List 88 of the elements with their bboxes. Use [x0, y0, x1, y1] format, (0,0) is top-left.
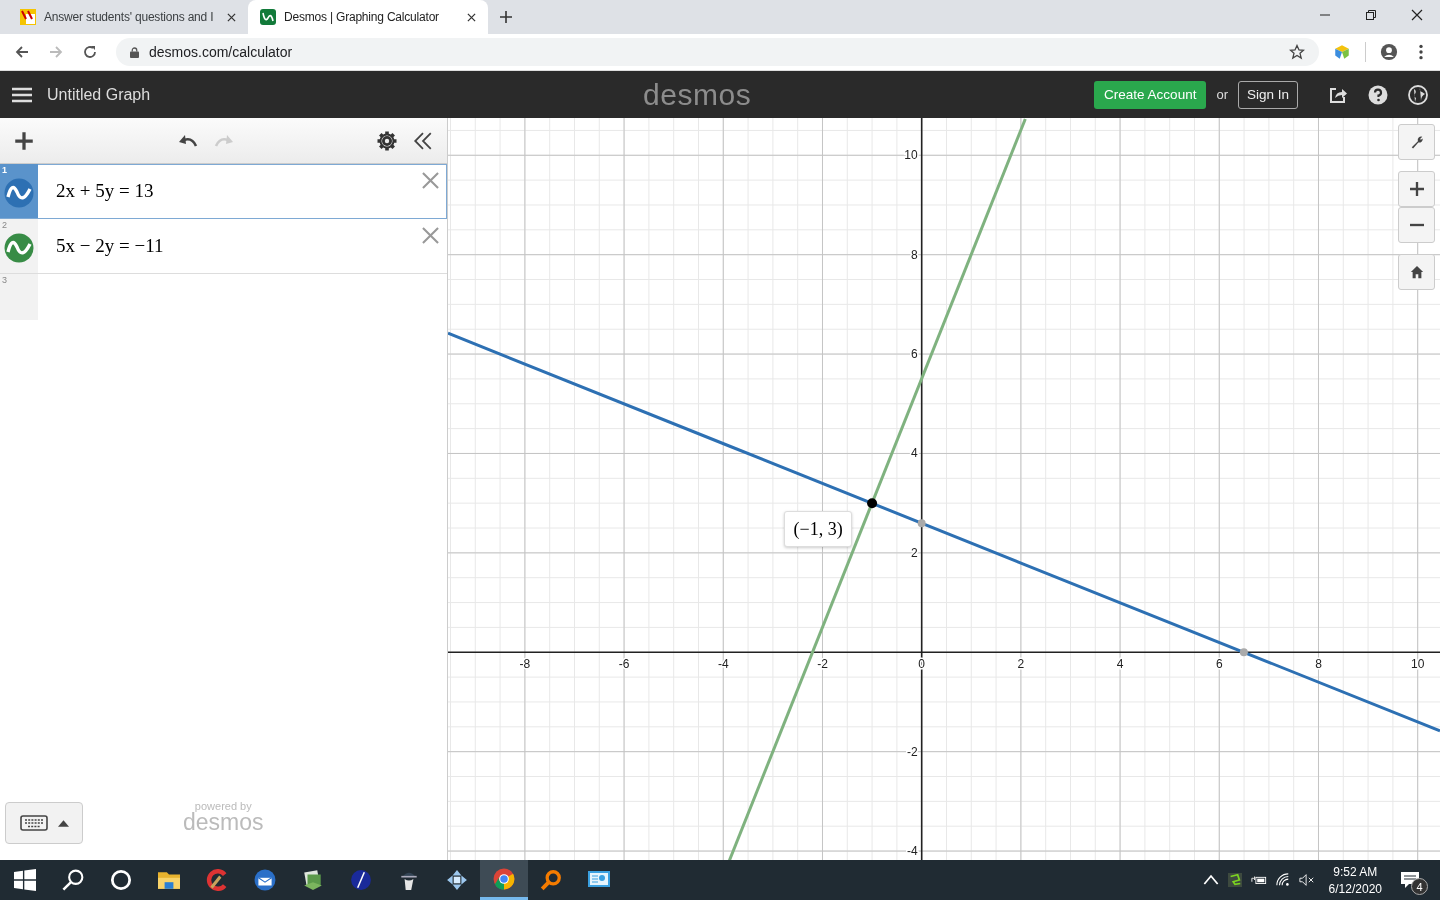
x-tick-label: -4: [717, 657, 729, 672]
back-icon[interactable]: [14, 44, 30, 60]
delete-icon[interactable]: [422, 227, 439, 244]
desmos-logo: desmos: [183, 812, 264, 832]
or-label: or: [1216, 87, 1228, 102]
home-icon: [1409, 265, 1424, 279]
lock-icon: [130, 46, 139, 58]
wrench-icon: [1409, 135, 1424, 149]
browser-icon[interactable]: [493, 867, 515, 890]
close-icon[interactable]: [1411, 9, 1423, 21]
powered-by-label: powered by: [194, 800, 252, 812]
x-tick-label: 6: [1215, 657, 1223, 672]
settings-icon[interactable]: [377, 130, 397, 151]
clock-time[interactable]: 9:52 AM: [1333, 864, 1378, 879]
graph-settings-button[interactable]: [1398, 124, 1435, 160]
star-icon[interactable]: [1289, 44, 1305, 60]
y-tick-label: 10: [904, 148, 918, 163]
graph-style-icon[interactable]: [4, 233, 34, 263]
add-icon[interactable]: [14, 130, 34, 151]
tab-favicon-icon: [260, 9, 276, 25]
expression-number: 2: [2, 220, 7, 230]
browser-tab[interactable]: Answer students' questions and I: [8, 0, 248, 34]
delete-icon[interactable]: [422, 172, 439, 189]
taskbar-item[interactable]: [480, 860, 528, 900]
graph-title[interactable]: Untitled Graph: [47, 85, 151, 104]
search-icon[interactable]: [62, 869, 84, 891]
x-tick-label: 10: [1411, 657, 1425, 672]
y-tick-label: -2: [907, 744, 918, 759]
extension-icon[interactable]: [1333, 43, 1351, 61]
caret-up-icon: [57, 819, 69, 827]
photo-app-icon[interactable]: [302, 869, 324, 891]
close-icon[interactable]: [467, 12, 476, 22]
math-expression: 5x − 2y = −11: [56, 235, 164, 257]
expression-row[interactable]: 1 2x + 5y = 13: [0, 164, 447, 219]
plus-icon: [1409, 182, 1424, 196]
zoom-out-button[interactable]: [1398, 207, 1435, 243]
magnifier-app-icon[interactable]: [540, 869, 562, 891]
help-icon[interactable]: [1368, 84, 1388, 105]
menu-icon[interactable]: [12, 86, 32, 103]
x-tick-label: 2: [1017, 657, 1025, 672]
zoom-in-button[interactable]: [1398, 171, 1435, 207]
profile-icon[interactable]: [1380, 43, 1398, 61]
y-tick-label: 8: [911, 247, 918, 262]
expression-number: 1: [2, 165, 7, 175]
y-tick-label: 2: [911, 545, 918, 560]
reload-icon[interactable]: [82, 44, 98, 60]
cortana-icon[interactable]: [110, 869, 132, 891]
y-tick-label: -4: [907, 844, 918, 859]
x-tick-label: -6: [618, 657, 630, 672]
home-button[interactable]: [1398, 254, 1435, 290]
x-tick-label: 4: [1116, 657, 1124, 672]
x-tick-label: -2: [817, 657, 828, 672]
math-expression: 2x + 5y = 13: [56, 180, 154, 202]
notification-count: 4: [1411, 878, 1428, 895]
y-tick-label: 4: [911, 446, 918, 461]
x-tick-label: -8: [519, 657, 531, 672]
windows-start-icon[interactable]: [14, 869, 36, 891]
expression-row[interactable]: 2 5x − 2y = −11: [0, 219, 447, 274]
sign-in-button[interactable]: Sign In: [1237, 80, 1298, 109]
graph-style-icon[interactable]: [4, 178, 34, 208]
battery-icon[interactable]: [1250, 873, 1267, 887]
desmos-logo: desmos: [643, 77, 752, 112]
close-icon[interactable]: [227, 12, 236, 22]
mail-app-icon[interactable]: [254, 869, 276, 891]
intercept-point[interactable]: [917, 519, 926, 528]
tray-app-icon[interactable]: [1226, 873, 1243, 887]
keyboard-button[interactable]: [5, 802, 83, 844]
coordinate-tooltip: (−1, 3): [784, 511, 853, 548]
browser-tab[interactable]: Desmos | Graphing Calculator: [248, 0, 488, 34]
arrows-app-icon[interactable]: [446, 869, 468, 891]
y-tick-label: 6: [911, 347, 918, 362]
folder-icon[interactable]: [158, 869, 180, 891]
clock-date[interactable]: 6/12/2020: [1328, 881, 1382, 896]
pen-app-icon[interactable]: [350, 869, 372, 891]
brush-icon[interactable]: [206, 869, 228, 891]
x-tick-label: 8: [1315, 657, 1322, 672]
address-bar[interactable]: desmos.com/calculator: [116, 38, 1319, 66]
expression-number: 3: [2, 275, 7, 285]
volume-muted-icon[interactable]: [1298, 873, 1315, 887]
keyboard-icon: [19, 815, 48, 831]
intercept-point[interactable]: [1239, 648, 1248, 657]
intersection-point[interactable]: [867, 498, 878, 509]
restore-icon[interactable]: [1365, 9, 1377, 21]
chevron-up-icon[interactable]: [1202, 873, 1219, 887]
new-tab-icon[interactable]: [500, 11, 512, 23]
tab-favicon-icon: [20, 9, 36, 25]
wifi-icon[interactable]: [1274, 873, 1291, 887]
collapse-icon[interactable]: [413, 130, 433, 151]
